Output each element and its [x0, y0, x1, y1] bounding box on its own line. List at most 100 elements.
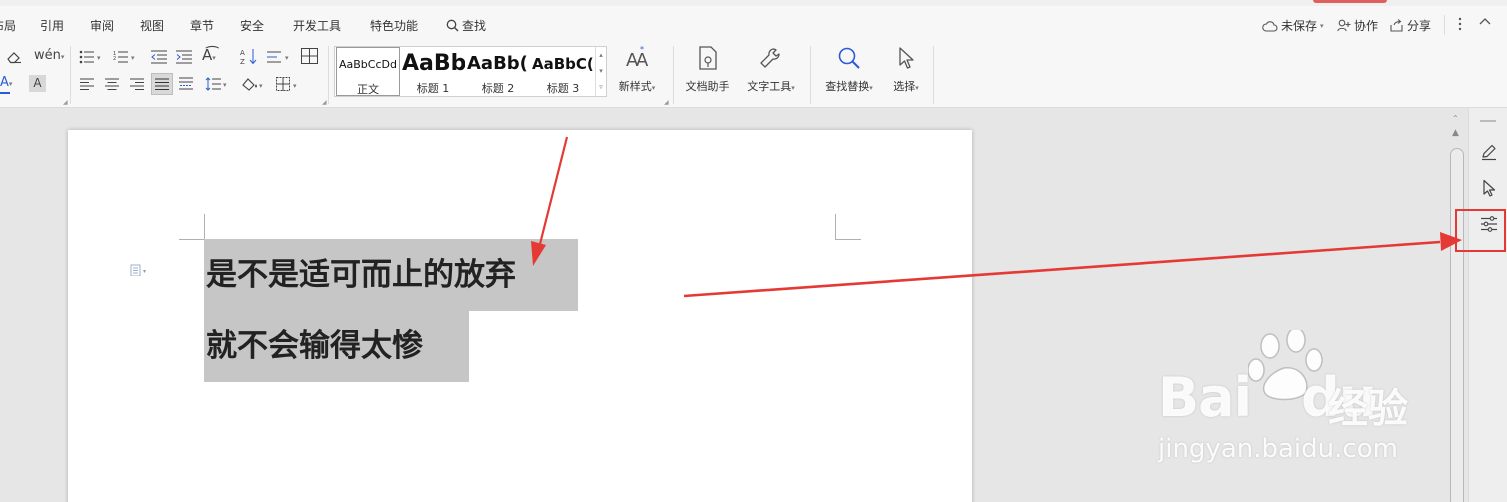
- ribbon-divider: [673, 46, 674, 104]
- document-page[interactable]: ▾ 是不是适可而止的放弃 就不会输得太惨: [68, 130, 972, 502]
- table-grid-icon[interactable]: [301, 48, 318, 67]
- svg-text:Z: Z: [240, 58, 245, 65]
- style-sample: AaBbCcDd: [339, 58, 397, 71]
- chevron-down-icon: ▾: [651, 84, 656, 92]
- line-spacing-icon[interactable]: ▾: [205, 77, 231, 94]
- watermark-brand-cn: 经验: [1328, 386, 1408, 432]
- chevron-down-icon: ▾: [1320, 21, 1324, 30]
- share-label: 分享: [1407, 19, 1432, 33]
- line-spacing-options-icon[interactable]: ▾: [267, 50, 293, 67]
- select-button[interactable]: 选择▾: [885, 46, 927, 94]
- annotation-highlight-box: [1455, 209, 1506, 252]
- edit-pen-icon[interactable]: [1479, 142, 1499, 162]
- menu-divider: [1444, 15, 1445, 35]
- ribbon-divider: [328, 46, 329, 104]
- align-right-icon[interactable]: [130, 78, 144, 93]
- doc-assistant-button[interactable]: 文档助手: [680, 46, 735, 94]
- paragraph-layout-icon[interactable]: ▾: [130, 264, 150, 279]
- watermark-url: jingyan.baidu.com: [1158, 434, 1398, 464]
- baidu-jingyan-watermark: Bai du 经验 jingyan.baidu.com: [1150, 330, 1440, 470]
- justify-icon[interactable]: [151, 73, 173, 95]
- tab-special-features[interactable]: 特色功能: [370, 17, 418, 34]
- align-center-icon[interactable]: [105, 78, 119, 93]
- svg-text:▾: ▾: [97, 54, 101, 62]
- dialog-launcher-icon[interactable]: ◢: [664, 99, 669, 106]
- watermark-brand: Bai du: [1158, 366, 1377, 429]
- expand-icon[interactable]: ▿: [596, 79, 606, 95]
- style-sample: AaBb(: [467, 53, 528, 74]
- dialog-launcher-icon[interactable]: ◢: [63, 99, 68, 106]
- eraser-icon[interactable]: [6, 50, 22, 67]
- style-normal[interactable]: AaBbCcDd 正文: [336, 47, 400, 96]
- style-heading-3[interactable]: AaBbC( 标题 3: [531, 47, 595, 96]
- svg-text:2: 2: [113, 56, 116, 62]
- margin-corner-mark: [179, 214, 205, 240]
- cursor-arrow-icon: [899, 47, 914, 69]
- ribbon-divider: [933, 46, 934, 104]
- phonetic-guide-icon[interactable]: wén▾: [34, 49, 64, 62]
- dialog-launcher-icon[interactable]: ◢: [322, 99, 327, 106]
- collaborate-button[interactable]: 协作: [1337, 17, 1378, 34]
- align-left-icon[interactable]: [80, 78, 94, 93]
- document-text-line[interactable]: 就不会输得太惨: [204, 310, 469, 382]
- chevron-down-icon: ▾: [791, 84, 795, 92]
- ribbon-toolbar: wén▾ A▾ A ▾ 1 2 ▾ A͡▾ AZ ▾ ▾ ▾ ▾ AaBbCcD…: [0, 42, 1507, 108]
- chevron-down-icon[interactable]: ▾: [596, 63, 606, 79]
- find-replace-button[interactable]: 查找替换▾: [818, 46, 880, 94]
- drag-handle[interactable]: [1480, 120, 1496, 122]
- window-close-accent[interactable]: [1313, 0, 1387, 3]
- share-button[interactable]: 分享: [1390, 17, 1431, 34]
- text-tools-button[interactable]: 文字工具▾: [739, 46, 803, 94]
- svg-text:▾: ▾: [259, 82, 263, 90]
- cloud-icon: [1262, 20, 1278, 32]
- chevron-up-icon[interactable]: [1479, 17, 1491, 25]
- sort-icon[interactable]: AZ: [240, 48, 258, 68]
- tab-security[interactable]: 安全: [240, 17, 264, 34]
- gallery-scroll[interactable]: ▴ ▾ ▿: [595, 47, 606, 96]
- tab-chapter[interactable]: 章节: [190, 17, 214, 34]
- task-pane-sidebar: [1468, 108, 1507, 502]
- document-assistant-icon: [698, 46, 717, 70]
- add-user-icon: [1337, 19, 1351, 32]
- character-shading-icon[interactable]: A: [29, 75, 46, 92]
- ribbon-divider: [70, 46, 71, 104]
- scroll-up-icon[interactable]: ▲: [1452, 128, 1459, 138]
- svg-text:▾: ▾: [143, 268, 146, 275]
- menu-bar: 布局 引用 审阅 视图 章节 安全 开发工具 特色功能 查找 未保存 ▾ 协作 …: [0, 6, 1507, 42]
- style-name: 标题 3: [546, 82, 580, 95]
- margin-corner-mark: [835, 214, 861, 240]
- scrollbar-thumb[interactable]: [1450, 148, 1464, 502]
- document-text-line[interactable]: 是不是适可而止的放弃: [204, 239, 578, 311]
- borders-icon[interactable]: ▾: [276, 77, 302, 95]
- svg-text:▾: ▾: [131, 54, 135, 62]
- tab-references[interactable]: 引用: [40, 17, 64, 34]
- tab-view[interactable]: 视图: [140, 17, 164, 34]
- new-style-label: 新样式: [618, 80, 652, 93]
- chevron-down-icon: ▾: [869, 84, 873, 92]
- save-status-button[interactable]: 未保存 ▾: [1262, 17, 1324, 34]
- text-tools-label: 文字工具: [747, 80, 792, 93]
- vertical-scrollbar[interactable]: ⌃ ▲: [1449, 110, 1466, 502]
- distributed-align-icon[interactable]: [179, 77, 193, 93]
- tab-developer[interactable]: 开发工具: [293, 17, 341, 34]
- decrease-indent-icon[interactable]: [151, 50, 167, 67]
- search-button[interactable]: 查找: [446, 17, 486, 34]
- increase-indent-icon[interactable]: [176, 50, 192, 67]
- chevron-up-icon[interactable]: ▴: [596, 47, 606, 63]
- tab-layout[interactable]: 布局: [0, 17, 16, 34]
- font-color-icon[interactable]: A▾: [0, 76, 12, 89]
- style-heading-1[interactable]: AaBb 标题 1: [401, 47, 465, 96]
- bullet-list-icon[interactable]: ▾: [79, 50, 103, 67]
- search-icon: [446, 19, 459, 32]
- wrench-icon: [760, 48, 780, 68]
- tab-review[interactable]: 审阅: [90, 17, 114, 34]
- text-direction-icon[interactable]: A͡▾: [202, 48, 216, 63]
- style-heading-2[interactable]: AaBb( 标题 2: [466, 47, 530, 96]
- paragraph-shading-icon[interactable]: ▾: [241, 77, 267, 95]
- new-style-button[interactable]: A A * 新样式▾: [613, 45, 661, 94]
- scroll-options-icon[interactable]: ⌃: [1452, 114, 1459, 123]
- cursor-arrow-icon[interactable]: [1479, 178, 1499, 198]
- more-vertical-icon[interactable]: [1458, 17, 1462, 31]
- style-name: 标题 2: [481, 82, 515, 95]
- numbered-list-icon[interactable]: 1 2 ▾: [113, 50, 137, 67]
